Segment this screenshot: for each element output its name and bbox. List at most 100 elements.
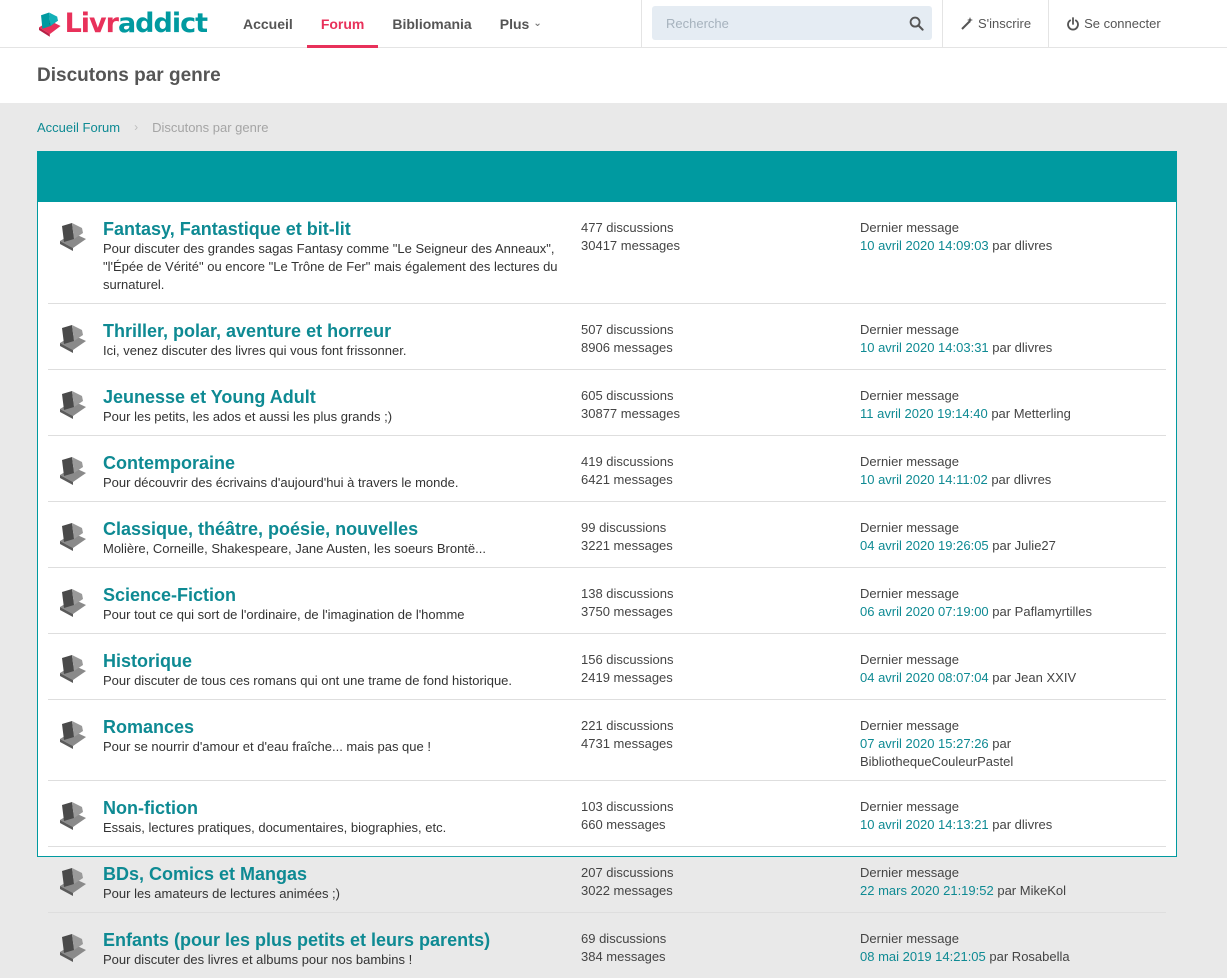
category-stats: 69 discussions 384 messages — [581, 930, 860, 969]
book-icon — [60, 391, 86, 419]
category-stats: 103 discussions 660 messages — [581, 798, 860, 837]
chevron-right-icon: › — [134, 120, 139, 134]
last-message: Dernier message 10 avril 2020 14:03:31 p… — [860, 321, 1130, 360]
search-input[interactable] — [664, 14, 888, 32]
discussion-count: 156 discussions — [581, 652, 674, 667]
nav-item-forum[interactable]: Forum — [306, 0, 379, 48]
magic-wand-icon — [961, 16, 973, 30]
category-main: Romances Pour se nourrir d'amour et d'ea… — [103, 717, 581, 771]
category-title-link[interactable]: BDs, Comics et Mangas — [103, 864, 307, 884]
category-main: Thriller, polar, aventure et horreur Ici… — [103, 321, 581, 360]
last-message-date-link[interactable]: 08 mai 2019 14:21:05 — [860, 949, 986, 964]
category-icon-cell — [48, 453, 103, 492]
book-icon — [60, 325, 86, 353]
last-message-date-link[interactable]: 07 avril 2020 15:27:26 — [860, 736, 989, 751]
category-description: Molière, Corneille, Shakespeare, Jane Au… — [103, 541, 486, 556]
last-message-label: Dernier message — [860, 586, 959, 601]
category-main: Jeunesse et Young Adult Pour les petits,… — [103, 387, 581, 426]
last-message-date-link[interactable]: 04 avril 2020 19:26:05 — [860, 538, 989, 553]
breadcrumb-home-link[interactable]: Accueil Forum — [37, 120, 120, 135]
last-message: Dernier message 22 mars 2020 21:19:52 pa… — [860, 864, 1130, 903]
book-icon — [60, 523, 86, 551]
book-icon — [60, 223, 86, 251]
category-row: Enfants (pour les plus petits et leurs p… — [48, 913, 1166, 978]
category-title-link[interactable]: Non-fiction — [103, 798, 198, 818]
message-count: 3750 messages — [581, 604, 673, 619]
category-title-link[interactable]: Classique, théâtre, poésie, nouvelles — [103, 519, 418, 539]
last-message-date-link[interactable]: 04 avril 2020 08:07:04 — [860, 670, 989, 685]
last-message: Dernier message 04 avril 2020 08:07:04 p… — [860, 651, 1130, 690]
discussion-count: 207 discussions — [581, 865, 674, 880]
last-message-date-link[interactable]: 10 avril 2020 14:13:21 — [860, 817, 989, 832]
last-message-date-link[interactable]: 22 mars 2020 21:19:52 — [860, 883, 994, 898]
last-message: Dernier message 08 mai 2019 14:21:05 par… — [860, 930, 1130, 969]
category-title-link[interactable]: Science-Fiction — [103, 585, 236, 605]
nav-item-plus[interactable]: Plus ⌄ — [486, 0, 556, 47]
category-description: Pour découvrir des écrivains d'aujourd'h… — [103, 475, 459, 490]
last-message-date-link[interactable]: 10 avril 2020 14:11:02 — [860, 472, 988, 487]
category-title-link[interactable]: Enfants (pour les plus petits et leurs p… — [103, 930, 490, 950]
category-stats: 99 discussions 3221 messages — [581, 519, 860, 558]
last-message-author: par Julie27 — [992, 538, 1056, 553]
category-stats: 156 discussions 2419 messages — [581, 651, 860, 690]
category-icon-cell — [48, 651, 103, 690]
search-box — [652, 6, 932, 40]
category-row: Fantasy, Fantastique et bit-lit Pour dis… — [48, 202, 1166, 304]
last-message-label: Dernier message — [860, 454, 959, 469]
last-message-label: Dernier message — [860, 388, 959, 403]
last-message-date-link[interactable]: 06 avril 2020 07:19:00 — [860, 604, 989, 619]
site-logo[interactable]: Livraddict — [37, 0, 208, 47]
search-icon[interactable] — [909, 16, 924, 31]
last-message-label: Dernier message — [860, 322, 959, 337]
category-title-link[interactable]: Jeunesse et Young Adult — [103, 387, 316, 407]
last-message-date-link[interactable]: 10 avril 2020 14:03:31 — [860, 340, 989, 355]
page-title: Discutons par genre — [37, 64, 221, 86]
category-stats: 207 discussions 3022 messages — [581, 864, 860, 903]
last-message-author: par Paflamyrtilles — [992, 604, 1092, 619]
last-message-author: par dlivres — [992, 238, 1053, 253]
nav-item-accueil[interactable]: Accueil — [229, 0, 307, 47]
last-message: Dernier message 07 avril 2020 15:27:26 p… — [860, 717, 1130, 771]
logo-book-icon — [39, 12, 61, 37]
forum-category-box: Fantasy, Fantastique et bit-lit Pour dis… — [37, 151, 1177, 967]
category-title-link[interactable]: Thriller, polar, aventure et horreur — [103, 321, 391, 341]
last-message-date-link[interactable]: 10 avril 2020 14:09:03 — [860, 238, 989, 253]
category-row: Thriller, polar, aventure et horreur Ici… — [48, 304, 1166, 370]
register-button[interactable]: S'inscrire — [943, 0, 1048, 47]
category-title-link[interactable]: Historique — [103, 651, 192, 671]
message-count: 4731 messages — [581, 736, 673, 751]
last-message-author: par MikeKol — [997, 883, 1066, 898]
category-stats: 221 discussions 4731 messages — [581, 717, 860, 771]
book-icon — [60, 589, 86, 617]
last-message-author: par Jean XXIV — [992, 670, 1077, 685]
last-message-date-link[interactable]: 11 avril 2020 19:14:40 — [860, 406, 988, 421]
category-main: Fantasy, Fantastique et bit-lit Pour dis… — [103, 219, 581, 294]
category-title-link[interactable]: Fantasy, Fantastique et bit-lit — [103, 219, 351, 239]
last-message-label: Dernier message — [860, 865, 959, 880]
nav-item-bibliomania[interactable]: Bibliomania — [378, 0, 485, 47]
discussion-count: 99 discussions — [581, 520, 667, 535]
login-label: Se connecter — [1084, 16, 1161, 31]
last-message: Dernier message 11 avril 2020 19:14:40 p… — [860, 387, 1130, 426]
discussion-count: 605 discussions — [581, 388, 674, 403]
message-count: 6421 messages — [581, 472, 673, 487]
category-icon-cell — [48, 321, 103, 360]
category-main: Historique Pour discuter de tous ces rom… — [103, 651, 581, 690]
category-stats: 477 discussions 30417 messages — [581, 219, 860, 294]
last-message-label: Dernier message — [860, 799, 959, 814]
category-row: Classique, théâtre, poésie, nouvelles Mo… — [48, 502, 1166, 568]
last-message: Dernier message 10 avril 2020 14:13:21 p… — [860, 798, 1130, 837]
category-title-link[interactable]: Contemporaine — [103, 453, 235, 473]
last-message-author: par Metterling — [991, 406, 1071, 421]
book-icon — [60, 457, 86, 485]
breadcrumb-current: Discutons par genre — [152, 119, 269, 135]
forum-box-header — [38, 152, 1176, 202]
login-button[interactable]: Se connecter — [1049, 0, 1178, 47]
discussion-count: 419 discussions — [581, 454, 674, 469]
category-description: Pour se nourrir d'amour et d'eau fraîche… — [103, 739, 431, 754]
category-description: Pour les petits, les ados et aussi les p… — [103, 409, 393, 424]
category-title-link[interactable]: Romances — [103, 717, 194, 737]
category-description: Essais, lectures pratiques, documentaire… — [103, 820, 447, 835]
message-count: 3022 messages — [581, 883, 673, 898]
last-message: Dernier message 04 avril 2020 19:26:05 p… — [860, 519, 1130, 558]
